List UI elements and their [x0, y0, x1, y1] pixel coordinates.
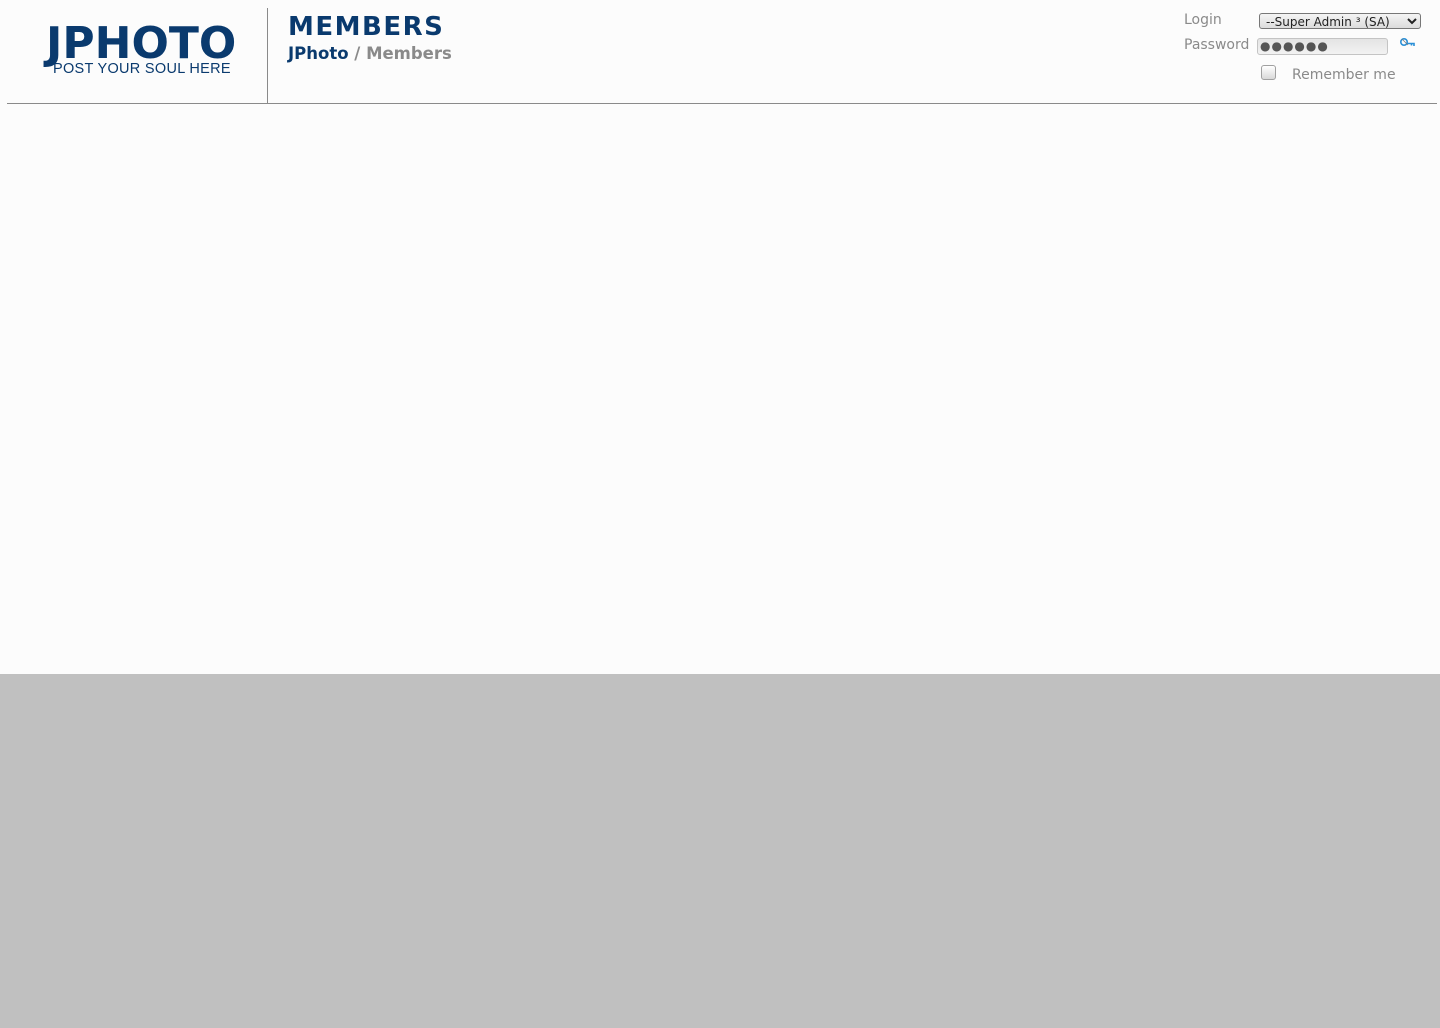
password-field[interactable]: ●●●●●● [1257, 38, 1388, 55]
logo[interactable]: JPHOTO POST YOUR SOUL HERE [7, 8, 268, 103]
title-block: MEMBERS JPhoto / Members [288, 12, 452, 64]
logo-tagline: POST YOUR SOUL HERE [53, 61, 231, 77]
password-label: Password [1184, 37, 1250, 53]
remember-me-label[interactable]: Remember me [1292, 67, 1396, 83]
remember-me-checkbox[interactable] [1261, 65, 1276, 80]
key-icon[interactable] [1399, 37, 1417, 51]
header: JPHOTO POST YOUR SOUL HERE MEMBERS JPhot… [7, 0, 1437, 104]
login-user-select[interactable]: --Super Admin ³ (SA) [1259, 13, 1421, 29]
breadcrumb-current: Members [366, 44, 452, 63]
page-title: MEMBERS [288, 12, 445, 42]
login-label: Login [1184, 12, 1222, 28]
logo-title: JPHOTO [46, 18, 237, 69]
breadcrumb-separator: / [348, 44, 367, 63]
page: JPHOTO POST YOUR SOUL HERE MEMBERS JPhot… [0, 0, 1440, 674]
breadcrumb: JPhoto / Members [288, 44, 452, 64]
login-panel: Login --Super Admin ³ (SA) Password ●●●●… [1184, 10, 1434, 90]
breadcrumb-home-link[interactable]: JPhoto [288, 44, 349, 63]
